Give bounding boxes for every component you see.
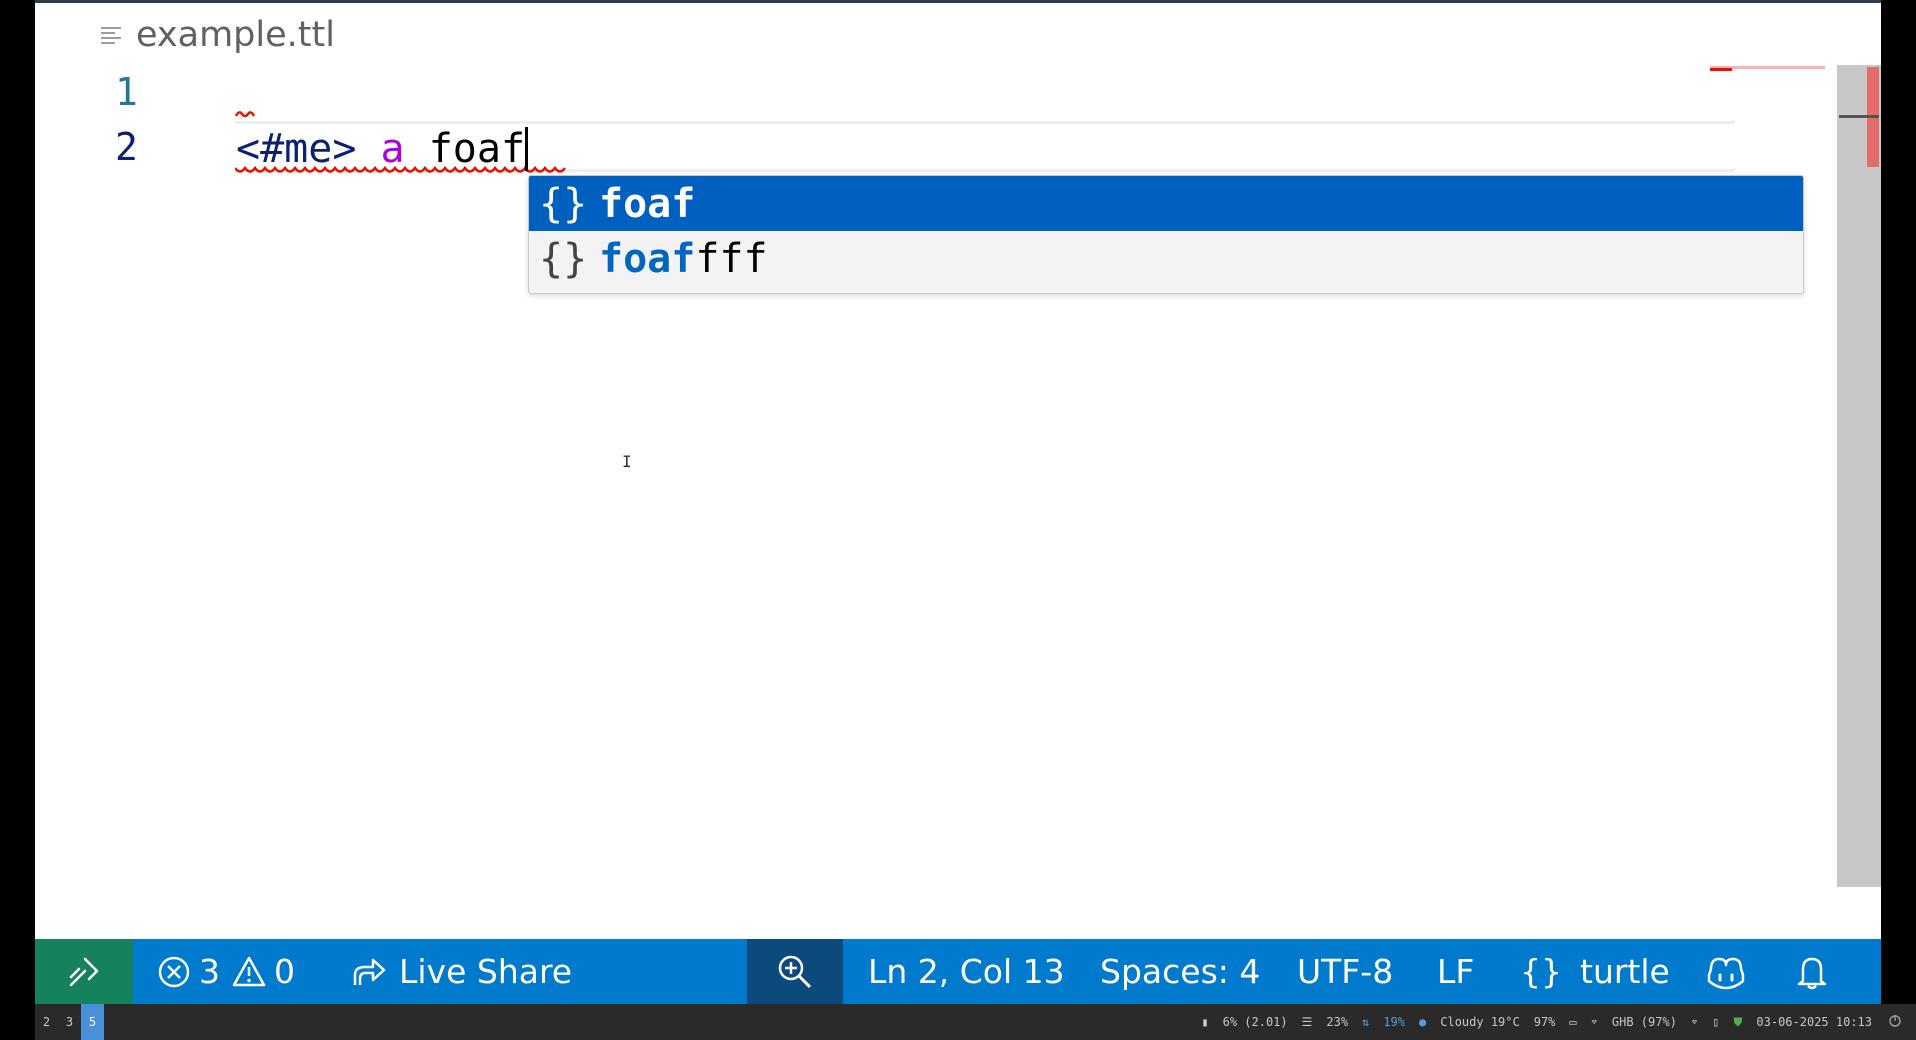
text-cursor [525,127,529,171]
screen-frame: example.ttl 1 2 <#me> a foaf {} foaf {} … [0,0,1916,1040]
system-tray: ▮ 6% (2.01) ☰ 23% ⇅ 19% ● Cloudy 19°C 97… [1201,1004,1872,1040]
live-share-icon [353,958,386,985]
cpu-usage: 6% (2.01) [1222,1015,1288,1029]
namespace-icon: {} [539,235,588,282]
error-icon [158,956,190,987]
live-share-label: Live Share [399,952,573,991]
network-icon: ⇅ [1362,1015,1370,1029]
braces-icon: {} [1520,952,1562,991]
shield-icon[interactable]: ⛊ [1733,1015,1742,1030]
notifications-button[interactable] [1795,939,1829,1004]
battery-icon: ▭ [1569,1015,1577,1029]
date-time: 03-06-2025 10:13 [1756,1015,1872,1029]
suggestion-match: foaf [599,235,696,282]
copilot-button[interactable] [1705,939,1747,1004]
memory-icon: ☰ [1301,1015,1313,1029]
breadcrumb[interactable]: example.ttl [100,10,335,60]
line-ending-button[interactable]: LF [1437,939,1474,1004]
clipboard-icon[interactable]: ▯ [1712,1015,1719,1029]
token-keyword: a [380,126,405,172]
network-usage: 19% [1383,1015,1406,1029]
cpu-icon: ▮ [1201,1015,1209,1029]
cursor-position-button[interactable]: Ln 2, Col 13 [868,939,1065,1004]
vscode-window: example.ttl 1 2 <#me> a foaf {} foaf {} … [35,0,1881,1004]
copilot-icon [1707,957,1745,989]
power-icon[interactable] [1888,1014,1902,1028]
problems-button[interactable]: 3 0 [157,939,307,1004]
warning-count: 0 [274,952,295,991]
system-taskbar: 2 3 5 ▮ 6% (2.01) ☰ 23% ⇅ 19% ● Cloudy 1… [35,1004,1916,1040]
token-subject-uri: <#me> [236,126,357,172]
overview-error-hint [1710,68,1732,71]
breadcrumb-file-name[interactable]: example.ttl [136,15,335,55]
microphone-icon: ● [1419,1015,1427,1029]
code-line-2[interactable]: <#me> a foaf [236,126,529,172]
line-number-1: 1 [115,70,138,114]
line-number-2: 2 [115,125,138,169]
vertical-scrollbar[interactable] [1837,65,1881,887]
status-bar: 3 0 Live Share Ln 2, Col 13 Spaces: 4 UT… [35,939,1881,1004]
workspace-5[interactable]: 5 [81,1004,104,1040]
token-typed-prefix: foaf [428,126,526,172]
wifi-signal-icon[interactable]: ⌔ [1691,1015,1698,1029]
wifi-icon: ⌔ [1590,1015,1598,1029]
zoom-in-icon [778,955,812,988]
workspace-3[interactable]: 3 [58,1004,81,1040]
zoom-button[interactable] [747,939,843,1004]
weather: Cloudy 19°C [1440,1015,1520,1029]
lines-icon [101,27,121,44]
encoding-button[interactable]: UTF-8 [1297,939,1393,1004]
remote-icon [69,957,99,986]
memory-usage: 23% [1326,1015,1349,1029]
current-line-highlight-top [235,121,1735,124]
namespace-icon: {} [539,180,588,227]
mouse-ibeam-pointer: I [622,452,632,471]
wifi-network: GHB (97%) [1611,1015,1677,1029]
suggestion-match: foaf [599,180,696,227]
overview-ruler-cursor-marker [1839,115,1879,118]
suggestion-item-selected[interactable]: {} foaf [529,176,1803,231]
live-share-button[interactable]: Live Share [351,939,572,1004]
remote-indicator-button[interactable] [35,939,133,1004]
suggestion-rest: fff [695,235,768,282]
error-count: 3 [199,952,220,991]
workspace-2[interactable]: 2 [35,1004,58,1040]
language-mode-button[interactable]: {} turtle [1520,939,1670,1004]
autocomplete-suggest-widget[interactable]: {} foaf {} foaf fff [528,175,1804,294]
language-label: turtle [1580,952,1670,991]
indentation-button[interactable]: Spaces: 4 [1100,939,1260,1004]
suggestion-item[interactable]: {} foaf fff [529,231,1803,286]
bell-icon [1797,957,1827,989]
warning-icon [232,956,266,986]
error-squiggle-line-1 [235,111,256,118]
window-top-border [35,0,1881,3]
battery-level: 97% [1533,1015,1556,1029]
